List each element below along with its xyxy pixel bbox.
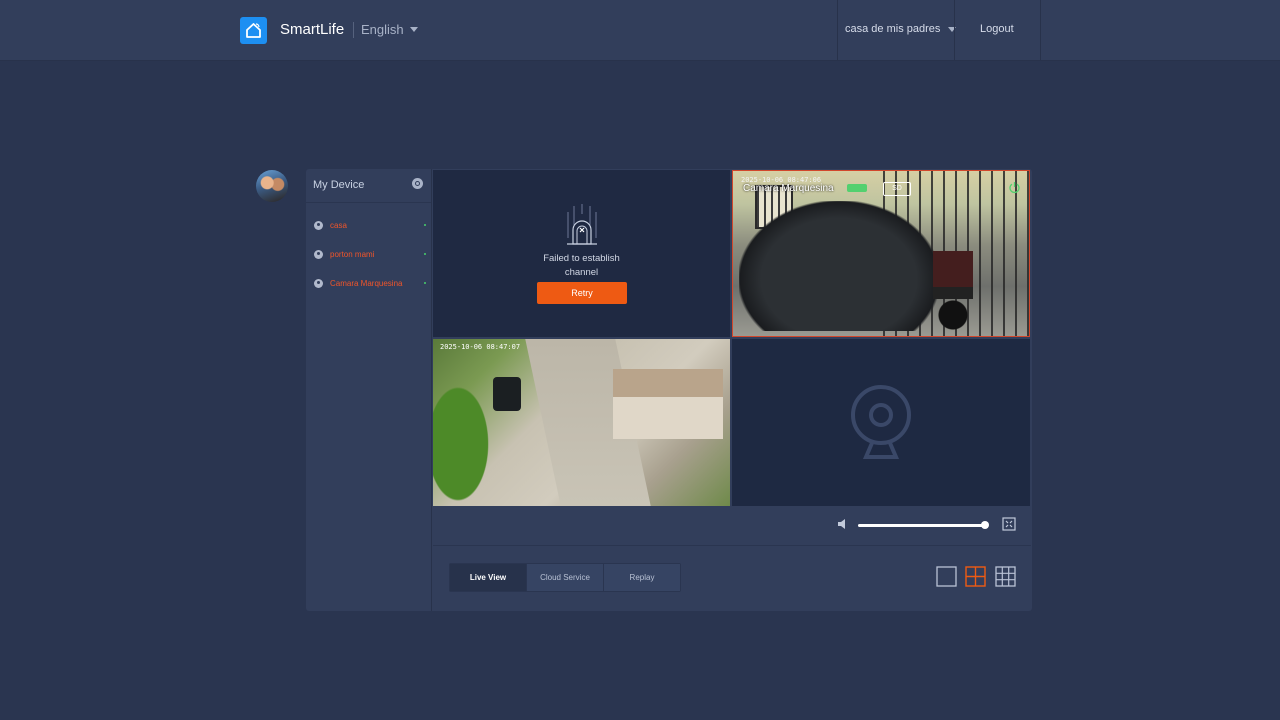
- header-divider: [954, 0, 955, 60]
- language-label: English: [361, 22, 404, 37]
- smartlife-logo-icon: [240, 17, 267, 44]
- volume-slider-handle[interactable]: [981, 521, 989, 529]
- home-selector[interactable]: casa de mis padres: [845, 23, 957, 35]
- device-sidebar: My Device casa porton mami Camara Marque…: [306, 169, 432, 611]
- motorcycle-scene: [933, 251, 973, 331]
- volume-icon[interactable]: [837, 518, 849, 530]
- error-line-2: channel: [564, 267, 599, 278]
- layout-quad-icon[interactable]: [965, 566, 986, 587]
- avatar[interactable]: [256, 170, 288, 202]
- online-dot-icon: [424, 224, 426, 226]
- online-dot-icon: [424, 282, 426, 284]
- signal-badge: [847, 184, 867, 192]
- house-scene: [613, 369, 723, 439]
- view-tabs: Live View Cloud Service Replay: [449, 563, 681, 592]
- brand-divider: [353, 22, 354, 38]
- camera-name: Camara Marquesina: [743, 183, 834, 194]
- tree-scene: [433, 379, 493, 506]
- header-divider: [837, 0, 838, 60]
- video-cell-4[interactable]: [732, 339, 1030, 506]
- device-label: casa: [330, 220, 347, 230]
- camera-icon: [314, 249, 323, 259]
- fullscreen-icon[interactable]: [1002, 517, 1016, 531]
- home-label: casa de mis padres: [845, 23, 941, 35]
- camera-icon: [314, 220, 323, 230]
- layout-single-icon[interactable]: [936, 566, 957, 587]
- logout-button[interactable]: Logout: [980, 23, 1014, 35]
- camera-timestamp: 2025-10-06 08:47:07: [440, 343, 521, 351]
- camera-feed-image: [433, 339, 730, 506]
- layout-nine-icon[interactable]: [995, 566, 1016, 587]
- brand-name: SmartLife: [280, 21, 345, 38]
- vehicle-scene: [493, 377, 521, 411]
- header-divider: [1040, 0, 1041, 60]
- power-icon[interactable]: [1008, 181, 1021, 194]
- video-cell-3[interactable]: 2025-10-06 08:47:07: [433, 339, 730, 506]
- broken-channel-icon: [567, 204, 597, 245]
- sidebar-item-porton-mami[interactable]: porton mami: [314, 246, 426, 262]
- car-scene: [739, 201, 939, 331]
- tab-replay[interactable]: Replay: [604, 564, 680, 591]
- tab-live-view[interactable]: Live View: [450, 564, 527, 591]
- top-bar: SmartLife English casa de mis padres Log…: [0, 0, 1280, 61]
- sidebar-divider: [306, 202, 431, 203]
- camera-feed-image: [733, 171, 1029, 336]
- device-label: Camara Marquesina: [330, 278, 403, 288]
- chevron-down-icon: [948, 26, 957, 32]
- sidebar-item-casa[interactable]: casa: [314, 217, 426, 233]
- sidebar-item-camara-marquesina[interactable]: Camara Marquesina: [314, 275, 426, 291]
- controls-divider: [433, 545, 1031, 546]
- online-dot-icon: [424, 253, 426, 255]
- video-cell-2[interactable]: 2025-10-06 08:47:06 Camara Marquesina SD: [732, 170, 1030, 337]
- video-cell-1[interactable]: Failed to establish channel Retry: [433, 170, 730, 337]
- tab-cloud-service[interactable]: Cloud Service: [527, 564, 604, 591]
- refresh-icon[interactable]: [412, 178, 423, 189]
- volume-slider[interactable]: [858, 524, 985, 527]
- error-message: Failed to establish channel: [433, 252, 730, 280]
- camera-icon: [314, 278, 323, 288]
- chevron-down-icon: [409, 27, 418, 32]
- device-label: porton mami: [330, 249, 375, 259]
- camera-placeholder-icon: [851, 385, 911, 459]
- error-line-1: Failed to establish: [543, 253, 620, 264]
- quality-sd-button[interactable]: SD: [883, 182, 911, 196]
- sidebar-title: My Device: [313, 179, 365, 191]
- retry-button[interactable]: Retry: [537, 282, 627, 304]
- language-selector[interactable]: English: [361, 22, 418, 37]
